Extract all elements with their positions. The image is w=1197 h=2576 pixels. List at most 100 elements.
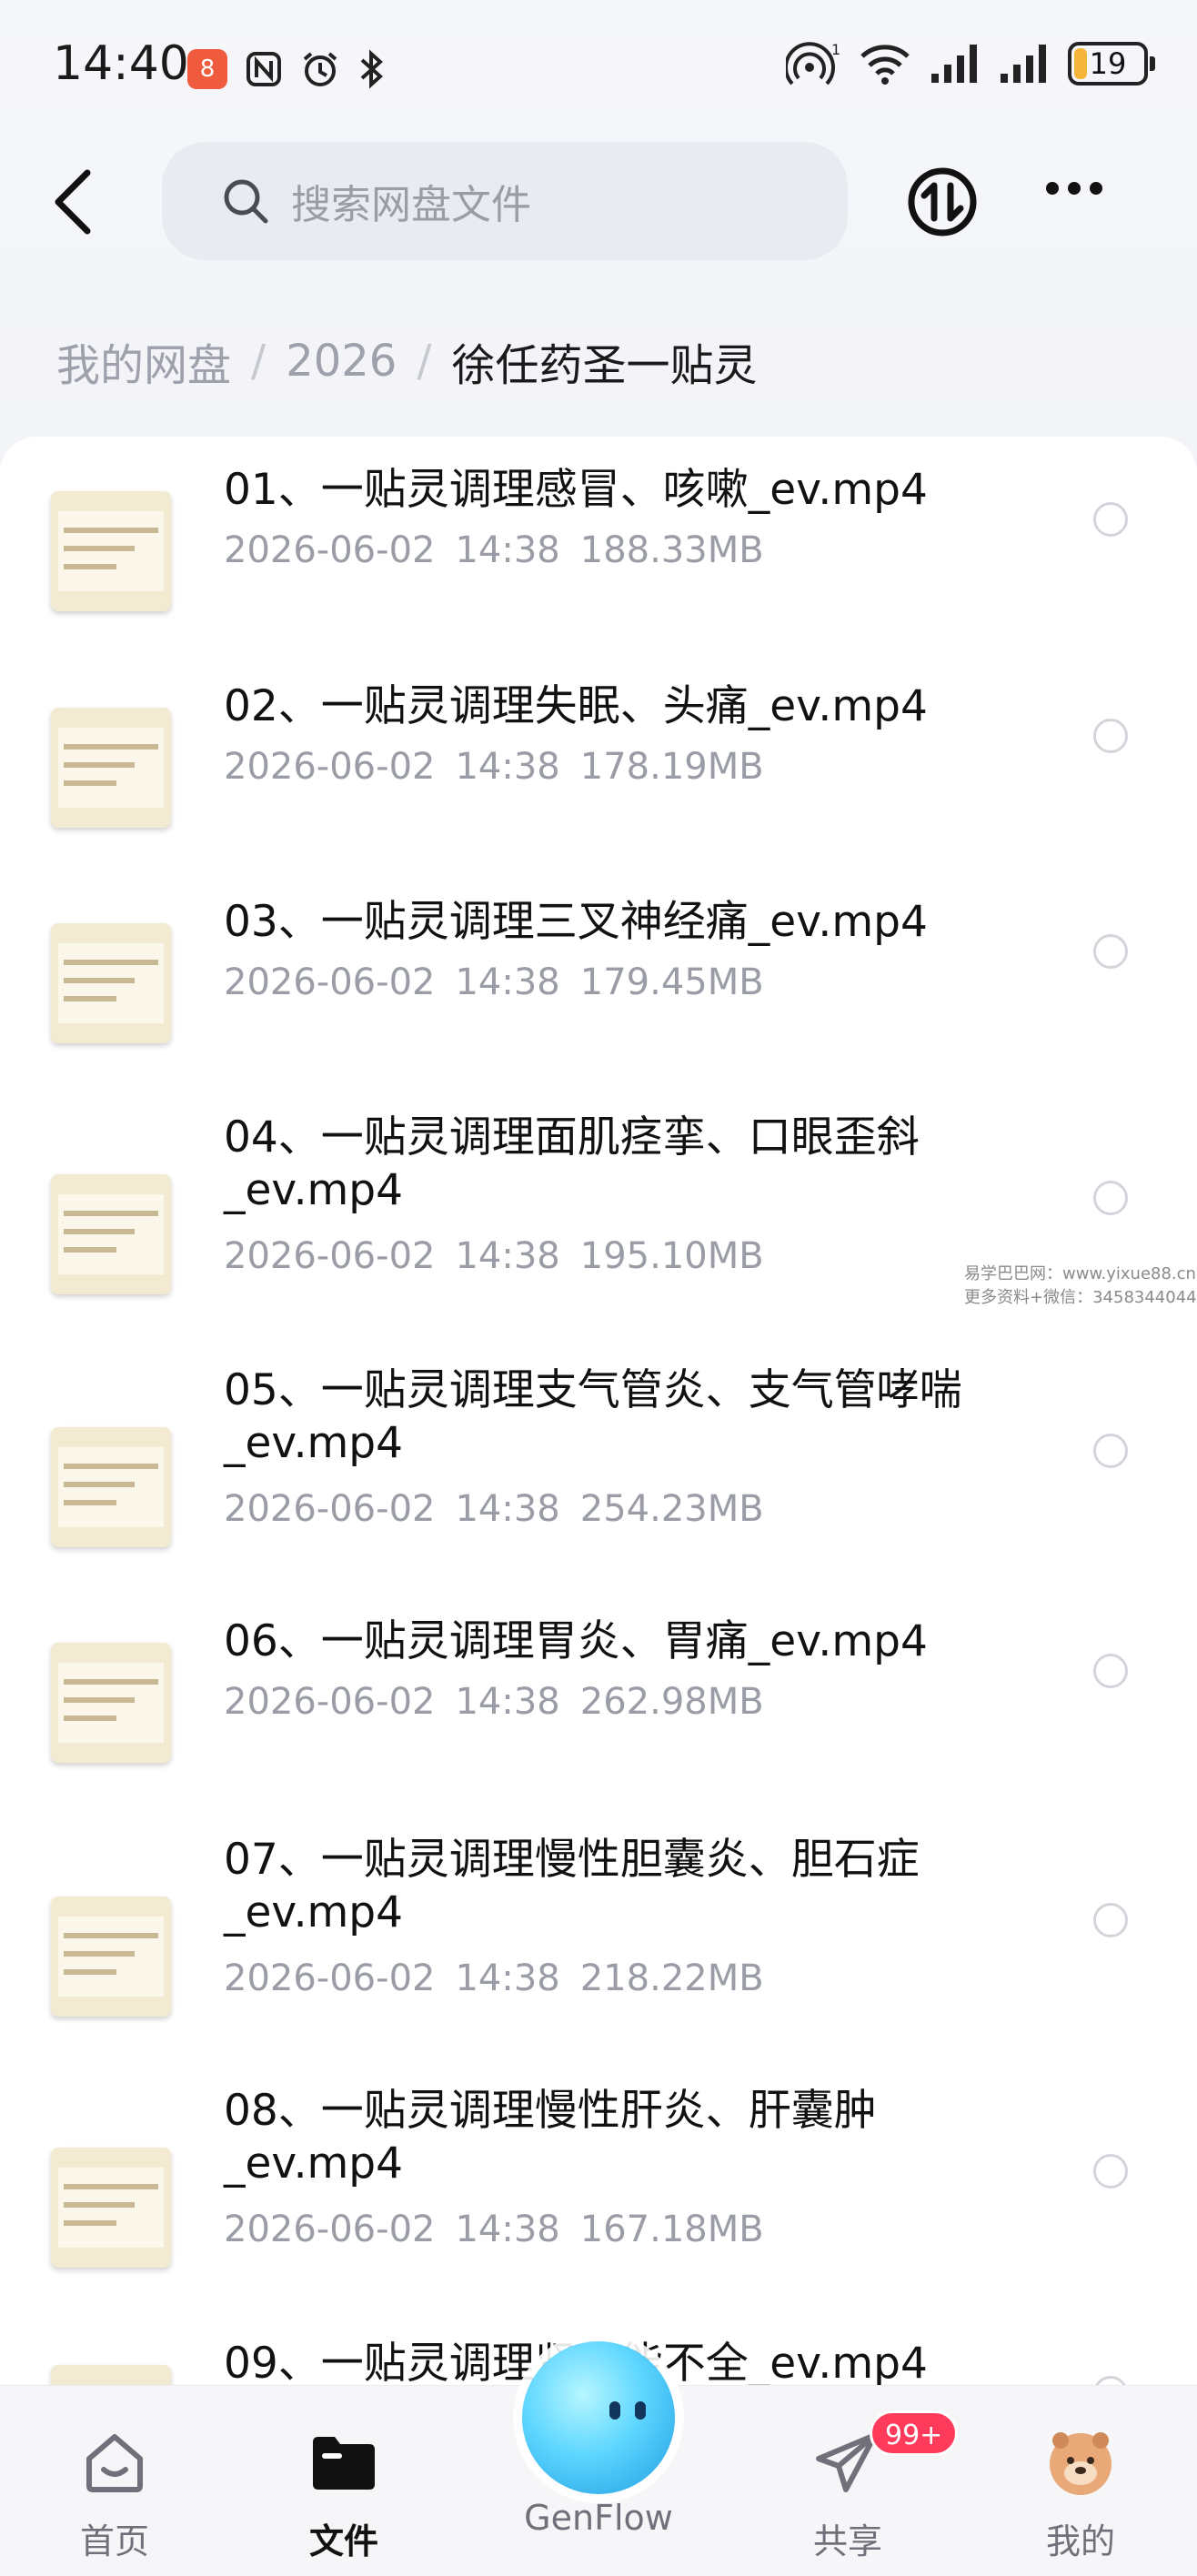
nav-genflow-label: GenFlow — [524, 2498, 673, 2538]
file-meta: 2026-06-02 14:38 178.19MB — [224, 746, 784, 788]
battery-level: 19 — [1089, 46, 1127, 81]
nav-files[interactable]: 文件 — [262, 2426, 426, 2563]
select-radio[interactable] — [1093, 2154, 1128, 2189]
file-name: 06、一贴灵调理胃炎、胃痛_ev.mp4 — [224, 1616, 928, 1666]
watermark-line: 易学巴巴网：www.yixue88.cn — [964, 1264, 1196, 1283]
video-thumbnail — [51, 491, 171, 611]
battery-icon: 19 — [1068, 42, 1155, 86]
back-arrow-icon[interactable] — [47, 166, 102, 238]
file-time: 14:38 — [455, 1681, 560, 1723]
select-radio[interactable] — [1093, 1181, 1128, 1215]
select-radio[interactable] — [1093, 502, 1128, 537]
file-time: 14:38 — [455, 1488, 560, 1530]
search-placeholder: 搜索网盘文件 — [291, 182, 531, 228]
breadcrumb: 我的网盘 / 2026 / 徐任药圣一贴灵 — [56, 329, 758, 393]
video-thumbnail — [51, 923, 171, 1043]
share-count-badge: 99+ — [870, 2410, 959, 2456]
breadcrumb-my-disk[interactable]: 我的网盘 — [56, 329, 231, 393]
screen: 14:40 8 1 19 搜索网盘文件 我的网盘 / 2026 / 徐任药圣一贴… — [0, 0, 1197, 2576]
search-icon — [224, 179, 268, 224]
file-name: 04、一贴灵调理面肌痉挛、口眼歪斜_ev.mp4 — [224, 1112, 920, 1215]
video-thumbnail — [51, 1427, 171, 1547]
file-name: 08、一贴灵调理慢性肝炎、肝囊肿_ev.mp4 — [224, 2086, 877, 2189]
search-bar[interactable]: 搜索网盘文件 — [162, 142, 848, 260]
file-row[interactable]: 01、一贴灵调理感冒、咳嗽_ev.mp4 2026-06-02 14:38 188.3… — [0, 464, 1197, 628]
file-date: 2026-06-02 — [224, 1488, 436, 1530]
bluetooth-icon — [360, 49, 383, 89]
video-thumbnail — [51, 1174, 171, 1294]
breadcrumb-year[interactable]: 2026 — [286, 336, 397, 387]
file-meta: 2026-06-02 14:38 167.18MB — [224, 2209, 784, 2250]
video-thumbnail — [51, 2148, 171, 2268]
avatar-icon — [1050, 2432, 1112, 2495]
status-time: 14:40 — [53, 36, 189, 91]
status-right-icons: 1 19 — [786, 42, 1155, 86]
file-name: 02、一贴灵调理失眠、头痛_ev.mp4 — [224, 681, 928, 731]
file-name: 01、一贴灵调理感冒、咳嗽_ev.mp4 — [224, 465, 928, 515]
signal-icon — [931, 45, 977, 83]
file-row[interactable]: 06、一贴灵调理胃炎、胃痛_ev.mp4 2026-06-02 14:38 262.9… — [0, 1615, 1197, 1779]
file-date: 2026-06-02 — [224, 1681, 436, 1723]
select-radio[interactable] — [1093, 1434, 1128, 1468]
signal-icon — [1001, 45, 1046, 83]
file-date: 2026-06-02 — [224, 1957, 436, 1999]
nav-files-label: 文件 — [308, 2521, 378, 2561]
file-date: 2026-06-02 — [224, 529, 436, 571]
genflow-button[interactable] — [522, 2341, 675, 2494]
breadcrumb-separator: / — [251, 336, 267, 387]
file-row[interactable]: 03、一贴灵调理三叉神经痛_ev.mp4 2026-06-02 14:38 179.4… — [0, 896, 1197, 1060]
file-time: 14:38 — [455, 529, 560, 571]
wifi-icon — [860, 45, 910, 85]
video-thumbnail — [51, 708, 171, 828]
file-time: 14:38 — [455, 1235, 560, 1277]
select-radio[interactable] — [1093, 1654, 1128, 1688]
file-meta: 2026-06-02 14:38 188.33MB — [224, 529, 784, 571]
file-date: 2026-06-02 — [224, 961, 436, 1003]
more-options-icon[interactable] — [1046, 182, 1102, 195]
file-size: 188.33MB — [579, 529, 764, 571]
file-size: 262.98MB — [579, 1681, 764, 1723]
file-date: 2026-06-02 — [224, 746, 436, 788]
file-time: 14:38 — [455, 961, 560, 1003]
file-time: 14:38 — [455, 2209, 560, 2250]
status-left-icons: 8 — [187, 49, 386, 89]
battery-fill — [1074, 48, 1087, 79]
folder-icon — [313, 2437, 375, 2490]
watermark: 易学巴巴网：www.yixue88.cn 更多资料+微信：3458344044 — [964, 1263, 1197, 1310]
file-meta: 2026-06-02 14:38 254.23MB — [224, 1488, 784, 1530]
nav-me[interactable]: 我的 — [999, 2426, 1162, 2563]
select-radio[interactable] — [1093, 1903, 1128, 1937]
nav-share-label: 共享 — [812, 2521, 882, 2561]
file-name: 03、一贴灵调理三叉神经痛_ev.mp4 — [224, 897, 928, 947]
file-date: 2026-06-02 — [224, 2209, 436, 2250]
file-row[interactable]: 08、一贴灵调理慢性肝炎、肝囊肿_ev.mp4 2026-06-02 14:38 16… — [0, 2085, 1197, 2294]
nav-me-label: 我的 — [1045, 2521, 1115, 2561]
file-name: 07、一贴灵调理慢性胆囊炎、胆石症_ev.mp4 — [224, 1835, 920, 1937]
watermark-line: 更多资料+微信：3458344044 — [964, 1288, 1197, 1307]
file-meta: 2026-06-02 14:38 218.22MB — [224, 1957, 784, 1999]
svg-text:1: 1 — [831, 42, 840, 58]
genflow-eye — [609, 2401, 620, 2420]
notification-badge-icon: 8 — [187, 49, 227, 89]
file-size: 167.18MB — [579, 2209, 764, 2250]
select-radio[interactable] — [1093, 719, 1128, 753]
n-icon — [246, 52, 281, 86]
file-row[interactable]: 02、一贴灵调理失眠、头痛_ev.mp4 2026-06-02 14:38 178.1… — [0, 680, 1197, 844]
transfer-icon[interactable] — [906, 166, 979, 238]
file-size: 178.19MB — [579, 746, 764, 788]
file-size: 218.22MB — [579, 1957, 764, 1999]
file-meta: 2026-06-02 14:38 262.98MB — [224, 1681, 784, 1723]
file-name: 05、一贴灵调理支气管炎、支气管哮喘_ev.mp4 — [224, 1365, 962, 1468]
file-meta: 2026-06-02 14:38 195.10MB — [224, 1235, 784, 1277]
nav-home[interactable]: 首页 — [33, 2426, 196, 2563]
file-row[interactable]: 07、一贴灵调理慢性胆囊炎、胆石症_ev.mp4 2026-06-02 14:38 2… — [0, 1834, 1197, 2043]
video-thumbnail — [51, 1643, 171, 1763]
file-list: 01、一贴灵调理感冒、咳嗽_ev.mp4 2026-06-02 14:38 188.3… — [0, 437, 1197, 2576]
file-date: 2026-06-02 — [224, 1235, 436, 1277]
nav-home-label: 首页 — [79, 2521, 149, 2561]
home-icon — [86, 2434, 143, 2492]
file-row[interactable]: 05、一贴灵调理支气管炎、支气管哮喘_ev.mp4 2026-06-02 14:38… — [0, 1364, 1197, 1574]
status-bar: 14:40 8 1 19 — [0, 0, 1197, 146]
file-meta: 2026-06-02 14:38 179.45MB — [224, 961, 784, 1003]
select-radio[interactable] — [1093, 934, 1128, 969]
